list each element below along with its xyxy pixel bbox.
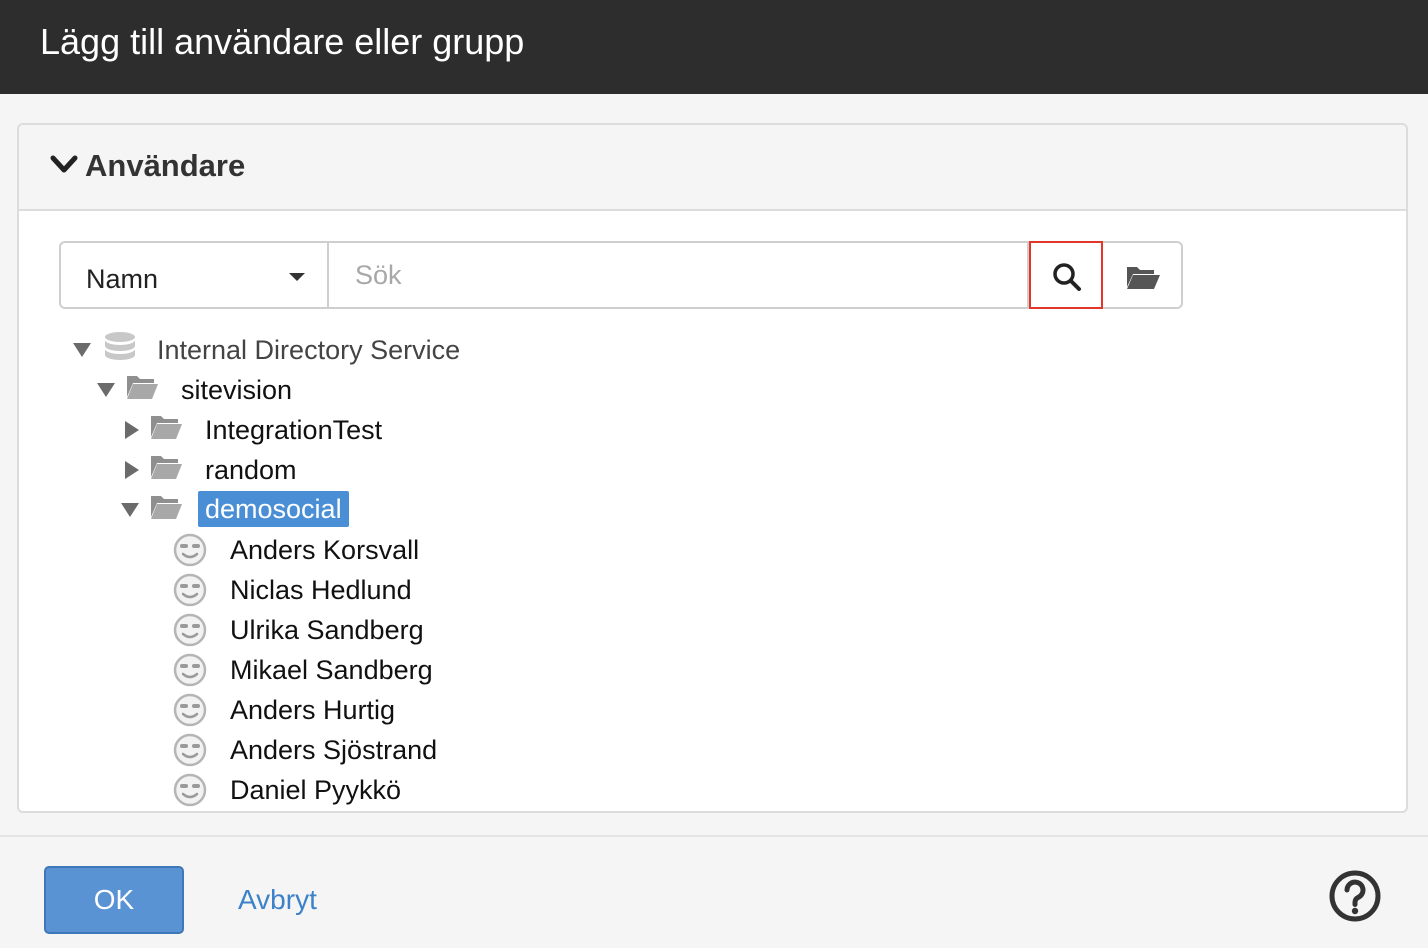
section-title: Användare — [85, 148, 246, 183]
user-name: Anders Hurtig — [230, 695, 396, 725]
user-face-icon — [173, 773, 207, 807]
user-name: Niclas Hedlund — [230, 575, 412, 605]
search-field-select[interactable]: Namn — [59, 241, 329, 309]
tree-node-label: Internal Directory Service — [157, 335, 461, 365]
user-name: Daniel Pyykkö — [230, 775, 402, 805]
users-panel: Användare Namn Sök Internal Directory Se… — [17, 123, 1408, 813]
tree-node-label-selected: demosocial — [198, 491, 349, 527]
search-input[interactable] — [329, 241, 1029, 309]
user-face-icon — [173, 573, 207, 607]
tree-node-label: IntegrationTest — [205, 415, 383, 445]
user-face-icon — [173, 613, 207, 647]
dialog-title: Lägg till användare eller grupp — [40, 21, 525, 62]
caret-down-icon — [289, 273, 305, 281]
folder-open-icon — [127, 376, 158, 399]
database-icon — [105, 332, 135, 360]
folder-open-icon — [151, 416, 182, 439]
expand-toggle-icon[interactable] — [125, 461, 139, 479]
user-face-icon — [173, 693, 207, 727]
user-name: Anders Korsvall — [230, 535, 420, 565]
user-name: Anders Sjöstrand — [230, 735, 438, 765]
user-face-icon — [173, 653, 207, 687]
chevron-down-icon[interactable] — [49, 153, 79, 177]
search-field-select-value: Namn — [86, 264, 159, 294]
user-face-icon — [173, 733, 207, 767]
user-name: Mikael Sandberg — [230, 655, 433, 685]
folder-open-icon — [151, 456, 182, 479]
cancel-link[interactable]: Avbryt — [238, 883, 317, 917]
expand-toggle-icon[interactable] — [125, 421, 139, 439]
ok-button[interactable]: OK — [44, 866, 184, 934]
folder-open-icon — [1127, 267, 1160, 289]
expand-toggle-icon[interactable] — [121, 503, 139, 517]
search-icon — [1053, 263, 1081, 291]
help-icon[interactable] — [1328, 869, 1382, 923]
user-name: Ulrika Sandberg — [230, 615, 424, 645]
expand-toggle-icon[interactable] — [73, 343, 91, 357]
dialog-titlebar: Lägg till användare eller grupp — [0, 0, 1428, 94]
tree-node-label: random — [205, 455, 297, 485]
search-button[interactable] — [1029, 241, 1103, 309]
browse-folders-button[interactable] — [1103, 241, 1183, 309]
users-panel-header[interactable]: Användare — [19, 125, 1406, 211]
expand-toggle-icon[interactable] — [97, 383, 115, 397]
folder-open-icon — [151, 496, 182, 519]
tree-node-label: sitevision — [181, 375, 293, 405]
user-face-icon — [173, 533, 207, 567]
dialog-footer: OK Avbryt — [0, 835, 1428, 948]
